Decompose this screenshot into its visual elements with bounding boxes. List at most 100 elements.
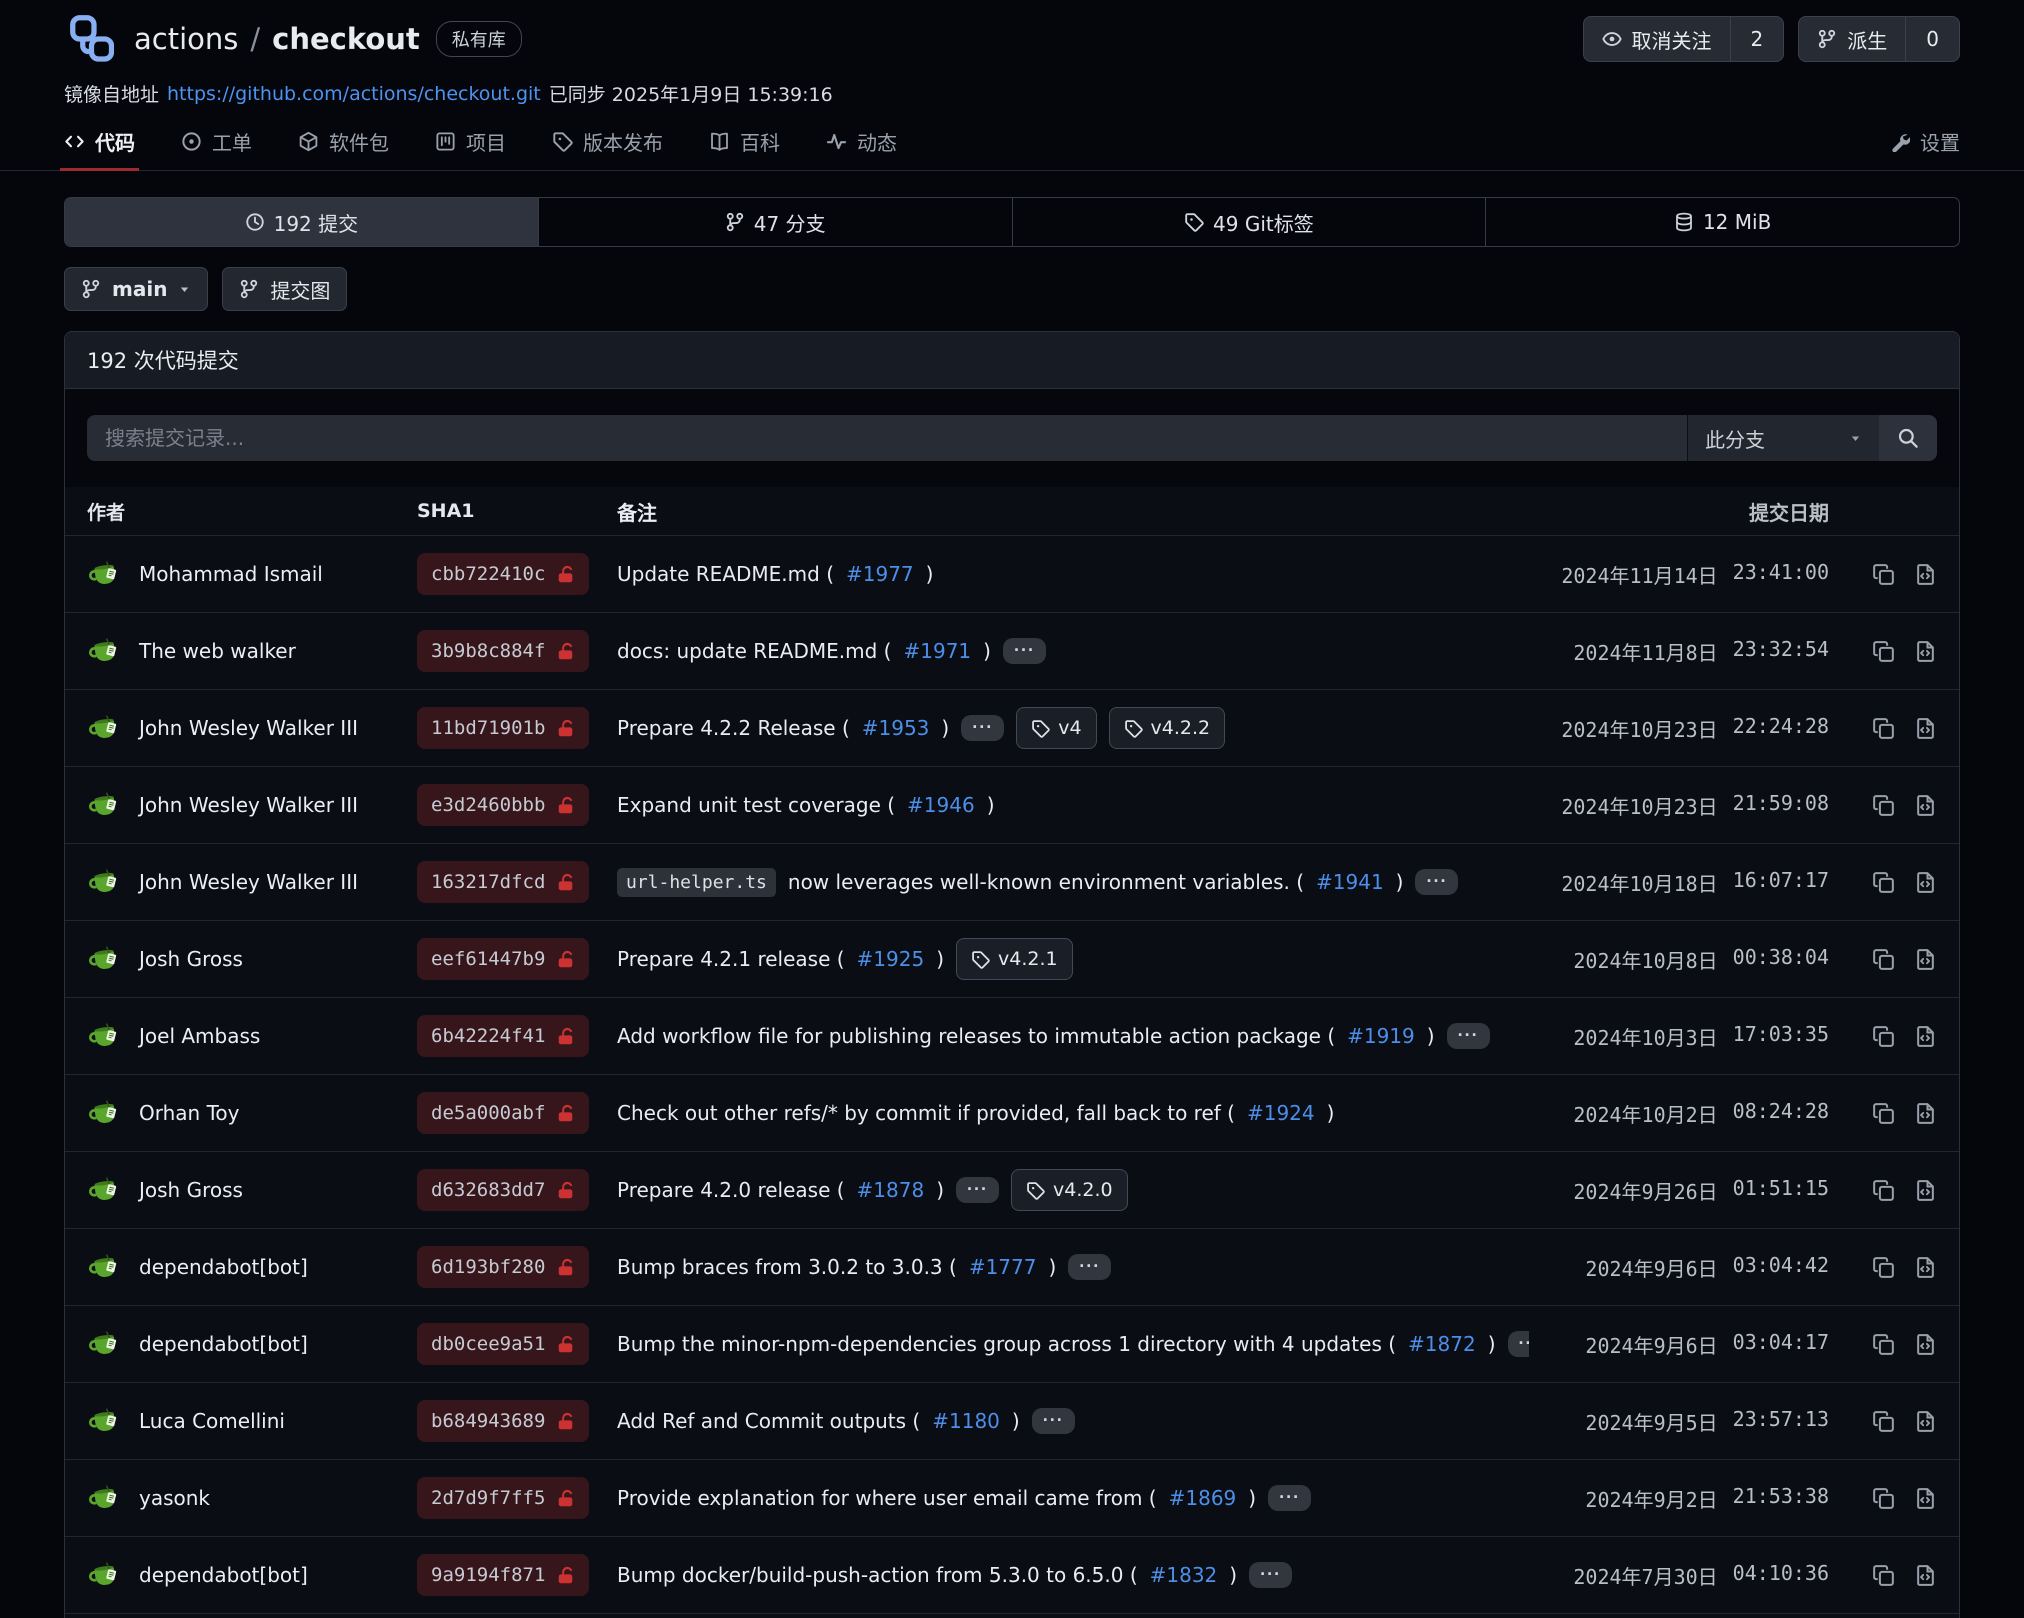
commit-author-name[interactable]: John Wesley Walker III	[139, 870, 358, 894]
watchers-count[interactable]: 2	[1730, 17, 1784, 61]
mirror-url-link[interactable]: https://github.com/actions/checkout.git	[167, 83, 541, 105]
expand-commit-button[interactable]: ···	[1415, 869, 1458, 895]
commit-sha-link[interactable]: 163217dfcd	[417, 861, 589, 903]
expand-commit-button[interactable]: ···	[961, 715, 1004, 741]
browse-source-button[interactable]	[1914, 1179, 1937, 1202]
branch-filter-select[interactable]: 此分支	[1687, 415, 1879, 461]
tab-releases[interactable]: 版本发布	[552, 127, 663, 156]
browse-source-button[interactable]	[1914, 794, 1937, 817]
issue-link[interactable]: #1872	[1408, 1332, 1476, 1356]
expand-commit-button[interactable]: ···	[956, 1177, 999, 1203]
browse-source-button[interactable]	[1914, 871, 1937, 894]
issue-link[interactable]: #1832	[1150, 1563, 1218, 1587]
commit-sha-link[interactable]: eef61447b9	[417, 938, 589, 980]
tab-projects[interactable]: 项目	[435, 127, 506, 156]
avatar[interactable]	[87, 941, 124, 978]
avatar[interactable]	[87, 1557, 124, 1594]
repo-owner-link[interactable]: actions	[134, 22, 238, 56]
commit-author-name[interactable]: The web walker	[139, 639, 296, 663]
tag-button[interactable]: v4.2.1	[956, 938, 1073, 980]
issue-link[interactable]: #1953	[862, 716, 930, 740]
commit-author-name[interactable]: dependabot[bot]	[139, 1332, 308, 1356]
copy-sha-button[interactable]	[1872, 1256, 1895, 1279]
fork-button[interactable]: 派生 0	[1798, 16, 1960, 62]
expand-commit-button[interactable]: ···	[1249, 1562, 1292, 1588]
browse-source-button[interactable]	[1914, 1102, 1937, 1125]
browse-source-button[interactable]	[1914, 1410, 1937, 1433]
issue-link[interactable]: #1977	[846, 562, 914, 586]
avatar[interactable]	[87, 1480, 124, 1517]
issue-link[interactable]: #1869	[1169, 1486, 1237, 1510]
tab-wiki[interactable]: 百科	[709, 127, 780, 156]
issue-link[interactable]: #1941	[1316, 870, 1384, 894]
avatar[interactable]	[87, 787, 124, 824]
stat-commits[interactable]: 192 提交	[65, 198, 538, 246]
copy-sha-button[interactable]	[1872, 640, 1895, 663]
tab-packages[interactable]: 软件包	[298, 127, 389, 156]
copy-sha-button[interactable]	[1872, 1410, 1895, 1433]
issue-link[interactable]: #1878	[857, 1178, 925, 1202]
commit-author-name[interactable]: Orhan Toy	[139, 1101, 239, 1125]
tag-button[interactable]: v4.2.0	[1011, 1169, 1128, 1211]
avatar[interactable]	[87, 1249, 124, 1286]
commit-sha-link[interactable]: 2d7d9f7ff5	[417, 1477, 589, 1519]
commit-sha-link[interactable]: 3b9b8c884f	[417, 630, 589, 672]
issue-link[interactable]: #1180	[932, 1409, 1000, 1433]
commit-sha-link[interactable]: 6d193bf280	[417, 1246, 589, 1288]
commit-sha-link[interactable]: 6b42224f41	[417, 1015, 589, 1057]
avatar[interactable]	[87, 1172, 124, 1209]
commit-author-name[interactable]: John Wesley Walker III	[139, 793, 358, 817]
copy-sha-button[interactable]	[1872, 1102, 1895, 1125]
repo-name-link[interactable]: checkout	[272, 22, 420, 56]
stat-size[interactable]: 12 MiB	[1485, 198, 1959, 246]
browse-source-button[interactable]	[1914, 717, 1937, 740]
copy-sha-button[interactable]	[1872, 717, 1895, 740]
expand-commit-button[interactable]: ···	[1508, 1331, 1530, 1357]
browse-source-button[interactable]	[1914, 1256, 1937, 1279]
commit-sha-link[interactable]: cbb722410c	[417, 553, 589, 595]
browse-source-button[interactable]	[1914, 1333, 1937, 1356]
issue-link[interactable]: #1919	[1347, 1024, 1415, 1048]
expand-commit-button[interactable]: ···	[1447, 1023, 1490, 1049]
commit-author-name[interactable]: Josh Gross	[139, 947, 243, 971]
copy-sha-button[interactable]	[1872, 563, 1895, 586]
commit-author-name[interactable]: Luca Comellini	[139, 1409, 285, 1433]
avatar[interactable]	[87, 1095, 124, 1132]
commit-sha-link[interactable]: db0cee9a51	[417, 1323, 589, 1365]
commit-sha-link[interactable]: de5a000abf	[417, 1092, 589, 1134]
browse-source-button[interactable]	[1914, 640, 1937, 663]
avatar[interactable]	[87, 556, 124, 593]
tab-activity[interactable]: 动态	[826, 127, 897, 156]
copy-sha-button[interactable]	[1872, 948, 1895, 971]
copy-sha-button[interactable]	[1872, 794, 1895, 817]
issue-link[interactable]: #1946	[907, 793, 975, 817]
issue-link[interactable]: #1971	[903, 639, 971, 663]
browse-source-button[interactable]	[1914, 563, 1937, 586]
avatar[interactable]	[87, 864, 124, 901]
avatar[interactable]	[87, 710, 124, 747]
tag-button[interactable]: v4	[1016, 707, 1096, 749]
copy-sha-button[interactable]	[1872, 1333, 1895, 1356]
issue-link[interactable]: #1777	[969, 1255, 1037, 1279]
expand-commit-button[interactable]: ···	[1068, 1254, 1111, 1280]
browse-source-button[interactable]	[1914, 948, 1937, 971]
commit-author-name[interactable]: Joel Ambass	[139, 1024, 260, 1048]
stat-branches[interactable]: 47 分支	[538, 198, 1012, 246]
commit-author-name[interactable]: Josh Gross	[139, 1178, 243, 1202]
copy-sha-button[interactable]	[1872, 1179, 1895, 1202]
commit-sha-link[interactable]: 9a9194f871	[417, 1554, 589, 1596]
commit-author-name[interactable]: yasonk	[139, 1486, 210, 1510]
commit-search-button[interactable]	[1879, 415, 1937, 461]
tab-code[interactable]: 代码	[64, 127, 135, 156]
expand-commit-button[interactable]: ···	[1003, 638, 1046, 664]
avatar[interactable]	[87, 1326, 124, 1363]
copy-sha-button[interactable]	[1872, 871, 1895, 894]
avatar[interactable]	[87, 1018, 124, 1055]
tag-button[interactable]: v4.2.2	[1109, 707, 1226, 749]
commit-sha-link[interactable]: e3d2460bbb	[417, 784, 589, 826]
commit-sha-link[interactable]: 11bd71901b	[417, 707, 589, 749]
browse-source-button[interactable]	[1914, 1025, 1937, 1048]
avatar[interactable]	[87, 1403, 124, 1440]
commit-author-name[interactable]: Mohammad Ismail	[139, 562, 323, 586]
issue-link[interactable]: #1924	[1247, 1101, 1315, 1125]
